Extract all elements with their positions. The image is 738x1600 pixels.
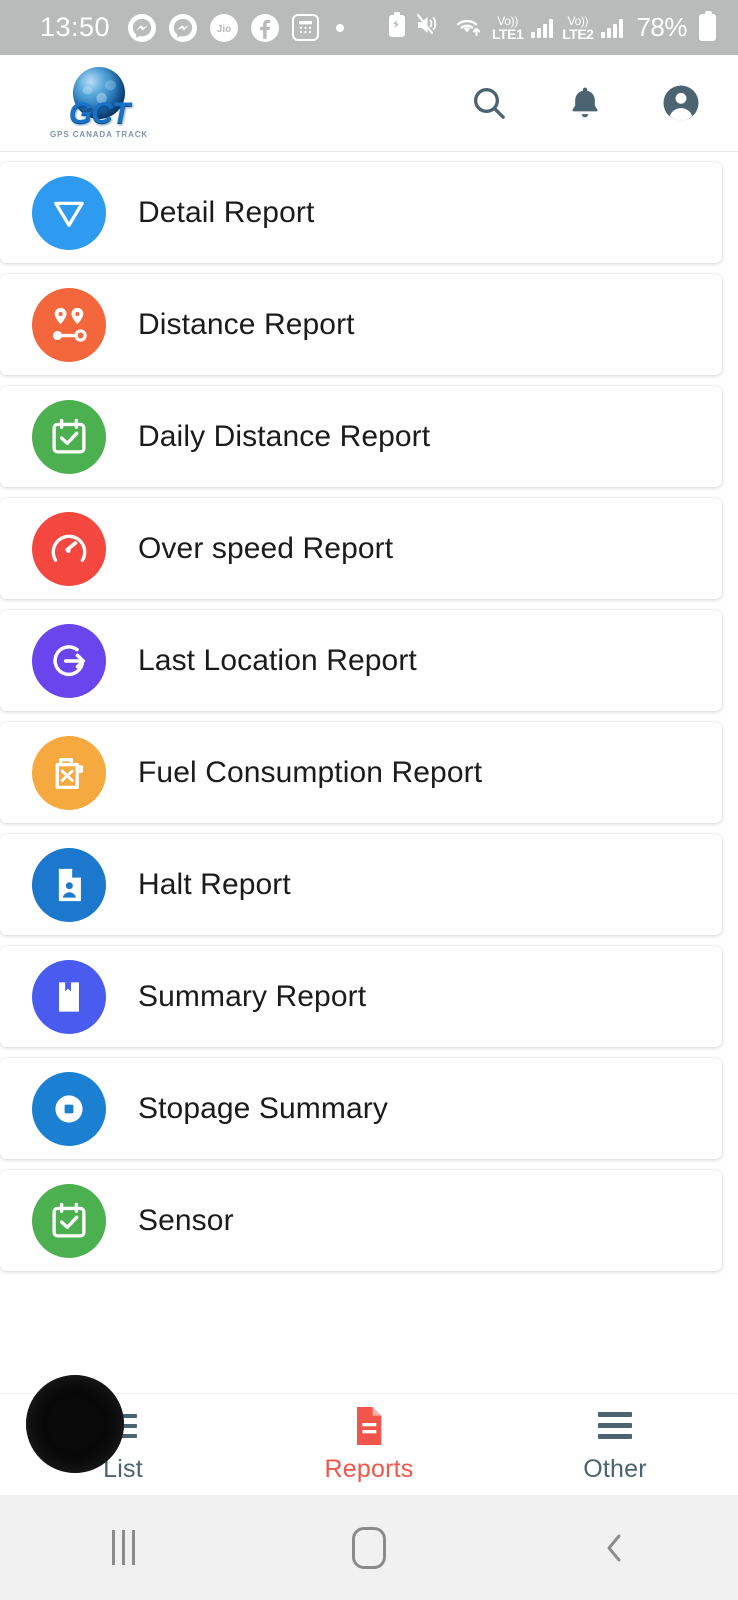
- sim1-signal-icon: [531, 18, 554, 38]
- tab-other[interactable]: Other: [492, 1405, 738, 1484]
- report-item-label: Daily Distance Report: [138, 419, 431, 453]
- tab-label: Reports: [324, 1454, 414, 1483]
- notifications-bell-icon[interactable]: [564, 82, 606, 124]
- logo-wordmark: GCT: [68, 97, 130, 130]
- sim2-volte-label: Vo)): [567, 13, 589, 28]
- stop-circle-icon: [32, 1071, 106, 1146]
- report-item-halt-report[interactable]: Halt Report: [0, 834, 722, 935]
- app-logo[interactable]: GCT GPS CANADA TRACK: [50, 67, 148, 139]
- recents-button[interactable]: [0, 1530, 246, 1565]
- sim1-volte-label: Vo)): [497, 13, 519, 28]
- jio-icon: Jio: [210, 13, 239, 42]
- svg-text:Jio: Jio: [217, 24, 231, 35]
- header-actions: [468, 82, 702, 124]
- wifi-icon: [452, 12, 483, 43]
- sim2-volte-indicator: Vo)) LTE2: [562, 13, 594, 42]
- search-icon[interactable]: [468, 82, 510, 124]
- report-item-over-speed-report[interactable]: Over speed Report: [0, 498, 722, 599]
- system-navigation-bar: [0, 1495, 738, 1600]
- fuel-can-icon: [32, 735, 106, 810]
- status-bar-left: 13:50 Jio: [40, 12, 387, 43]
- battery-saver-icon: [387, 11, 407, 44]
- touch-indicator: [26, 1375, 124, 1473]
- calculator-icon: [292, 14, 320, 41]
- document-person-icon: [32, 847, 106, 922]
- dot-indicator: [336, 23, 345, 32]
- back-button[interactable]: [492, 1528, 738, 1568]
- reports-list[interactable]: Detail Report Distance Report Daily Dist…: [0, 153, 738, 1378]
- logo-globe-icon: GCT: [51, 67, 147, 130]
- calendar-check-icon: [32, 399, 106, 474]
- hamburger-menu-icon: [598, 1405, 632, 1447]
- logo-subtitle: GPS CANADA TRACK: [50, 130, 149, 139]
- report-item-detail-report[interactable]: Detail Report: [0, 162, 722, 263]
- report-item-label: Last Location Report: [138, 643, 417, 677]
- account-circle-icon[interactable]: [660, 82, 702, 124]
- battery-icon: [699, 11, 716, 41]
- report-item-summary-report[interactable]: Summary Report: [0, 946, 722, 1047]
- report-item-label: Over speed Report: [138, 531, 394, 565]
- report-item-label: Detail Report: [138, 195, 315, 229]
- report-item-label: Fuel Consumption Report: [138, 755, 483, 789]
- messenger-icon: [169, 13, 198, 42]
- sim1-volte-indicator: Vo)) LTE1: [492, 13, 524, 42]
- battery-percent-label: 78%: [636, 12, 687, 42]
- facebook-icon: [251, 13, 280, 42]
- report-item-sensor[interactable]: Sensor: [0, 1170, 722, 1271]
- bookmark-book-icon: [32, 959, 106, 1034]
- speedometer-icon: [32, 511, 106, 586]
- vibrate-mute-icon: [416, 12, 443, 43]
- funnel-triangle-icon: [32, 175, 106, 250]
- route-pins-icon: [32, 287, 106, 362]
- report-item-last-location-report[interactable]: Last Location Report: [0, 610, 722, 711]
- report-item-label: Summary Report: [138, 979, 367, 1013]
- report-item-distance-report[interactable]: Distance Report: [0, 274, 722, 375]
- status-bar-clock: 13:50: [40, 12, 111, 42]
- app-screen: 13:50 Jio Vo)) LTE1 Vo)) LTE2 78% GCT GP…: [0, 0, 738, 1600]
- sim1-network-label: LTE1: [492, 25, 524, 42]
- app-header: GCT GPS CANADA TRACK: [0, 55, 738, 152]
- report-item-label: Halt Report: [138, 867, 291, 901]
- tab-label: Other: [583, 1454, 647, 1483]
- system-status-bar: 13:50 Jio Vo)) LTE1 Vo)) LTE2 78%: [0, 0, 738, 55]
- messenger-icon: [128, 13, 157, 42]
- report-item-label: Distance Report: [138, 307, 355, 341]
- report-item-label: Sensor: [138, 1203, 234, 1237]
- status-bar-right: Vo)) LTE1 Vo)) LTE2 78%: [387, 11, 716, 44]
- report-item-stopage-summary[interactable]: Stopage Summary: [0, 1058, 722, 1159]
- report-item-daily-distance-report[interactable]: Daily Distance Report: [0, 386, 722, 487]
- calendar-check-icon: [32, 1183, 106, 1258]
- report-item-fuel-consumption-report[interactable]: Fuel Consumption Report: [0, 722, 722, 823]
- home-button[interactable]: [246, 1526, 492, 1569]
- report-document-icon: [349, 1405, 389, 1447]
- sim2-network-label: LTE2: [562, 25, 594, 42]
- sim2-signal-icon: [601, 18, 624, 38]
- report-item-label: Stopage Summary: [138, 1091, 388, 1125]
- tab-reports[interactable]: Reports: [246, 1405, 492, 1484]
- location-exit-icon: [32, 623, 106, 698]
